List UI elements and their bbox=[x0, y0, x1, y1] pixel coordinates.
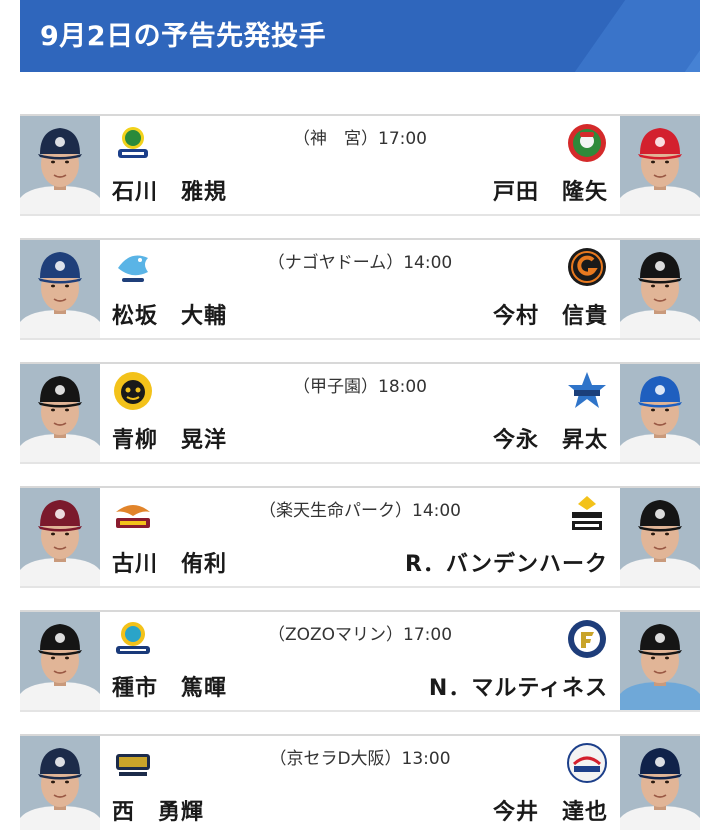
game-row[interactable]: （神 宮）17:00 石川 雅規 戸田 隆矢 bbox=[20, 114, 700, 216]
away-pitcher-name: 今永 昇太 bbox=[492, 428, 608, 453]
away-pitcher-photo bbox=[620, 240, 700, 338]
games-list: （神 宮）17:00 石川 雅規 戸田 隆矢 （ナゴヤドーム）14:00 松坂 大輔 今村… bbox=[20, 114, 700, 830]
game-row[interactable]: （ナゴヤドーム）14:00 松坂 大輔 今村 信貴 bbox=[20, 238, 700, 340]
giants-logo-icon bbox=[566, 246, 608, 288]
home-pitcher-photo bbox=[20, 364, 100, 462]
buffaloes-logo-icon bbox=[112, 742, 154, 784]
page-title: 9月2日の予告先発投手 bbox=[40, 21, 327, 52]
venue-time: （ZOZOマリン）17:00 bbox=[267, 625, 453, 645]
away-pitcher-photo bbox=[620, 364, 700, 462]
venue-time: （甲子園）18:00 bbox=[293, 377, 427, 397]
dragons-logo-icon bbox=[112, 246, 154, 288]
venue-time: （ナゴヤドーム）14:00 bbox=[267, 253, 453, 273]
lions-logo-icon bbox=[566, 742, 608, 784]
venue-time: （神 宮）17:00 bbox=[293, 129, 427, 149]
away-pitcher-name: 戸田 隆矢 bbox=[492, 180, 608, 205]
home-pitcher-name: 種市 篤暉 bbox=[112, 676, 228, 701]
away-pitcher-photo bbox=[620, 116, 700, 214]
home-pitcher-photo bbox=[20, 240, 100, 338]
away-pitcher-photo bbox=[620, 612, 700, 710]
game-row[interactable]: （ZOZOマリン）17:00 種市 篤暉 N．マルティネス bbox=[20, 610, 700, 712]
away-pitcher-name: R．バンデンハーク bbox=[404, 552, 608, 577]
home-pitcher-name: 青柳 晃洋 bbox=[112, 428, 228, 453]
game-row[interactable]: （甲子園）18:00 青柳 晃洋 今永 昇太 bbox=[20, 362, 700, 464]
tigers-logo-icon bbox=[112, 370, 154, 412]
home-pitcher-name: 石川 雅規 bbox=[112, 180, 228, 205]
carp-logo-icon bbox=[566, 122, 608, 164]
away-pitcher-photo bbox=[620, 488, 700, 586]
game-row[interactable]: （楽天生命パーク）14:00 古川 侑利 R．バンデンハーク bbox=[20, 486, 700, 588]
eagles-logo-icon bbox=[112, 494, 154, 536]
away-pitcher-name: N．マルティネス bbox=[428, 676, 608, 701]
venue-time: （楽天生命パーク）14:00 bbox=[259, 501, 461, 521]
swallows-logo-icon bbox=[112, 122, 154, 164]
home-pitcher-photo bbox=[20, 116, 100, 214]
away-pitcher-name: 今井 達也 bbox=[492, 800, 608, 825]
home-pitcher-name: 西 勇輝 bbox=[112, 800, 205, 825]
game-row[interactable]: （京セラD大阪）13:00 西 勇輝 今井 達也 bbox=[20, 734, 700, 830]
home-pitcher-photo bbox=[20, 488, 100, 586]
away-pitcher-photo bbox=[620, 736, 700, 830]
home-pitcher-name: 古川 侑利 bbox=[112, 552, 228, 577]
away-pitcher-name: 今村 信貴 bbox=[492, 304, 608, 329]
hawks-logo-icon bbox=[566, 494, 608, 536]
page-header: 9月2日の予告先発投手 bbox=[20, 0, 700, 72]
marines-logo-icon bbox=[112, 618, 154, 660]
header-decoration bbox=[574, 0, 700, 72]
fighters-logo-icon bbox=[566, 618, 608, 660]
baystars-logo-icon bbox=[566, 370, 608, 412]
home-pitcher-photo bbox=[20, 736, 100, 830]
home-pitcher-photo bbox=[20, 612, 100, 710]
venue-time: （京セラD大阪）13:00 bbox=[269, 749, 451, 769]
home-pitcher-name: 松坂 大輔 bbox=[112, 304, 228, 329]
